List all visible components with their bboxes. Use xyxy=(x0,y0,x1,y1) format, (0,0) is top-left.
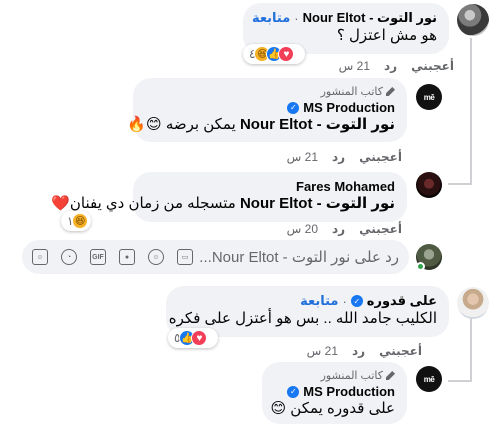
avatar[interactable]: mē xyxy=(416,366,442,392)
verified-icon: ✓ xyxy=(287,385,300,398)
comment-text: على قدوره يمكن 😊 xyxy=(270,400,396,417)
author-badge: كاتب المنشور xyxy=(145,85,395,98)
comment-text: نور التوت - Nour Eltot يمكن برضه 😊🔥 xyxy=(127,115,395,135)
author-name[interactable]: Fares Mohamed xyxy=(296,179,395,194)
comment-author-line: MS Production ✓ xyxy=(274,384,395,399)
follow-link[interactable]: متابعة xyxy=(300,293,338,309)
comment-author-line: نور التوت - Nour Eltot · متابعة xyxy=(252,10,437,26)
avatar-logo-text: mē xyxy=(423,92,435,102)
comment-author-line: Fares Mohamed xyxy=(145,179,395,194)
author-name[interactable]: MS Production xyxy=(303,384,395,399)
comment-bubble: كاتب المنشور MS Production ✓ نور التوت -… xyxy=(127,78,407,142)
haha-reaction-icon: 😆 xyxy=(72,213,88,229)
verified-icon: ✓ xyxy=(350,295,363,307)
comment-author-line: على قدوره ✓ · متابعة xyxy=(178,293,437,309)
author-badge-label: كاتب المنشور xyxy=(320,86,383,98)
frame-icon[interactable]: ▭ xyxy=(177,249,193,265)
like-button[interactable]: أعجبني xyxy=(359,150,402,164)
reply-button[interactable]: رد xyxy=(332,150,345,164)
like-button[interactable]: أعجبني xyxy=(359,222,402,236)
reactions-chip[interactable]: ٥ 👍 ♥ xyxy=(168,328,218,348)
comment-actions: أعجبني رد 20 س xyxy=(287,222,402,236)
comment-actions: أعجبني رد 21 س xyxy=(287,150,402,164)
pen-icon xyxy=(386,371,395,380)
reply-input[interactable]: ☺ ◔ GIF ● ☺ ▭ رد على نور التوت - Nour El… xyxy=(22,240,409,274)
separator-dot: · xyxy=(342,293,347,309)
like-button[interactable]: أعجبني xyxy=(379,344,422,358)
timestamp[interactable]: 20 س xyxy=(287,222,318,236)
avatar[interactable] xyxy=(457,4,489,36)
author-name[interactable]: MS Production xyxy=(303,100,395,115)
mention-tag[interactable]: نور التوت - Nour Eltot xyxy=(240,195,395,212)
camera-icon[interactable]: ● xyxy=(119,249,135,265)
avatar[interactable] xyxy=(416,172,442,198)
avatar-logo-text: mē xyxy=(423,374,435,384)
comment-actions: أعجبني رد 21 س xyxy=(307,344,422,358)
comment-text: نور التوت - Nour Eltot متسجله من زمان دي… xyxy=(51,194,395,214)
thread-line xyxy=(448,183,472,185)
comment-actions: أعجبني رد 21 س xyxy=(339,59,454,73)
timestamp[interactable]: 21 س xyxy=(339,59,370,73)
author-name[interactable]: على قدوره xyxy=(367,293,437,309)
reply-button[interactable]: رد xyxy=(352,344,365,358)
timestamp[interactable]: 21 س xyxy=(307,344,338,358)
reply-input-placeholder[interactable]: رد على نور التوت - Nour Eltot... xyxy=(193,248,399,266)
verified-icon: ✓ xyxy=(287,101,300,114)
comment-body: يمكن برضه 😊🔥 xyxy=(127,116,236,133)
reactions-chip[interactable]: ١ 😆 xyxy=(61,211,91,231)
avatar[interactable] xyxy=(457,287,489,319)
timestamp[interactable]: 21 س xyxy=(287,150,318,164)
author-badge: كاتب المنشور xyxy=(274,369,395,382)
online-status-icon xyxy=(416,262,425,271)
comment-text: الكليب جامد الله .. بس هو أعتزل على فكره xyxy=(168,310,437,327)
reply-button[interactable]: رد xyxy=(384,59,397,73)
love-reaction-icon: ♥ xyxy=(191,330,208,346)
avatar-sticker-icon[interactable]: ◔ xyxy=(61,249,77,265)
thread-line xyxy=(448,380,472,382)
author-badge-label: كاتب المنشور xyxy=(320,370,383,382)
thread-line xyxy=(470,38,472,183)
avatar[interactable]: mē xyxy=(416,84,442,110)
comment-bubble: كاتب المنشور MS Production ✓ على قدوره ي… xyxy=(262,362,407,424)
thread-line xyxy=(470,318,472,380)
gif-icon[interactable]: GIF xyxy=(90,249,106,265)
comment-author-line: MS Production ✓ xyxy=(145,100,395,115)
reply-input-toolbar: ☺ ◔ GIF ● ☺ ▭ xyxy=(32,249,193,265)
thread-line xyxy=(470,100,472,102)
sticker-icon[interactable]: ☺ xyxy=(32,249,48,265)
comment-text: هو مش اعتزل ؟ xyxy=(336,27,437,44)
mention-tag[interactable]: نور التوت - Nour Eltot xyxy=(240,116,395,133)
pen-icon xyxy=(386,87,395,96)
like-button[interactable]: أعجبني xyxy=(411,59,454,73)
love-reaction-icon: ♥ xyxy=(278,46,295,62)
separator-dot: · xyxy=(294,10,299,26)
comment-body: متسجله من زمان دي يفنان❤️ xyxy=(51,195,236,212)
follow-link[interactable]: متابعة xyxy=(252,10,290,26)
reply-button[interactable]: رد xyxy=(332,222,345,236)
comment-bubble: Fares Mohamed نور التوت - Nour Eltot متس… xyxy=(51,172,407,222)
author-name[interactable]: نور التوت - Nour Eltot xyxy=(303,10,437,26)
reactions-chip[interactable]: ٤ 😆 👍 ♥ xyxy=(243,44,305,64)
emoji-icon[interactable]: ☺ xyxy=(148,249,164,265)
